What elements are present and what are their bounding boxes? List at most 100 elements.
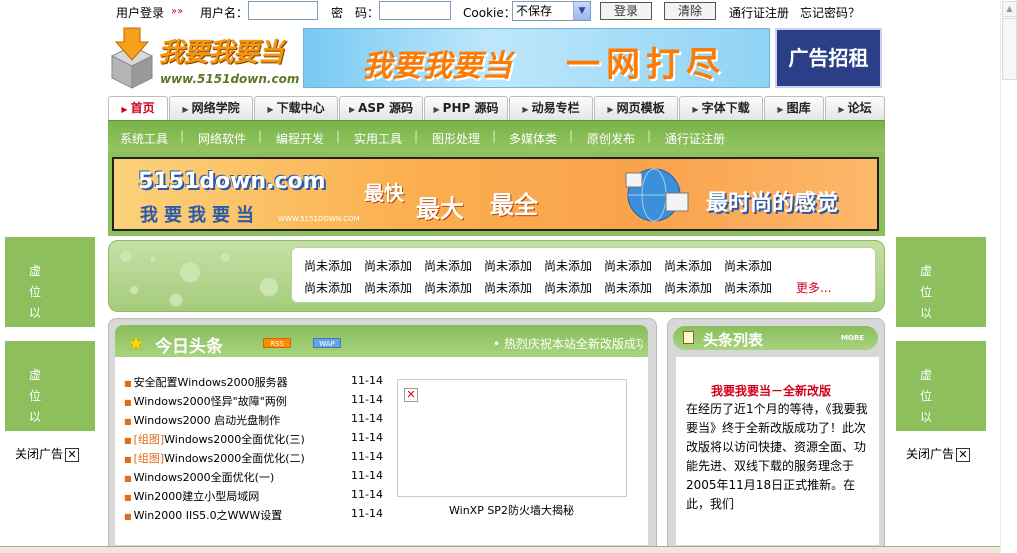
tab-download-center[interactable]: ▶ 下载中心: [254, 96, 338, 120]
news-title: Win2000 IIS5.0之WWW设置: [133, 509, 283, 522]
close-ad-right[interactable]: 关闭广告 ✕: [906, 445, 971, 462]
login-title: 用户登录: [116, 6, 165, 20]
decor-bubble: [259, 277, 279, 297]
tab-templates[interactable]: ▶ 网页模板: [594, 96, 678, 120]
side-ad-left-1[interactable]: 虚位以待: [5, 237, 95, 341]
news-title: Windows2000怪异"故障"两例: [133, 395, 287, 408]
subnav-item[interactable]: 图形处理: [432, 130, 480, 147]
close-ad-left[interactable]: 关闭广告 ✕: [15, 445, 80, 462]
headline-list-header: 头条列表 MORE: [673, 326, 878, 350]
tab-net-college[interactable]: ▶ 网络学院: [169, 96, 253, 120]
clear-button[interactable]: 清除: [664, 2, 716, 20]
headline-list-body: 我要我要当－全新改版 在经历了近1个月的等待，《我要我要当》终于全新改版成功了！…: [676, 357, 879, 545]
subnav-item[interactable]: 原创发布: [587, 130, 635, 147]
subnav-item[interactable]: 多媒体类: [509, 130, 557, 147]
headline-heading[interactable]: 我要我要当－全新改版: [711, 382, 831, 399]
banner-word-biggest: 最大: [416, 195, 464, 223]
vertical-scrollbar[interactable]: ▲: [1000, 0, 1017, 553]
triangle-icon: ▶: [777, 105, 784, 114]
side-ad-text: 虚位以待: [920, 368, 943, 445]
tab-label: 下载中心: [276, 101, 325, 115]
forgot-password-link[interactable]: 忘记密码？: [800, 4, 860, 21]
news-item[interactable]: ■ Win2000建立小型局域网: [124, 488, 259, 504]
subnav-item[interactable]: 通行证注册: [665, 130, 725, 147]
link-item[interactable]: 尚未添加: [544, 257, 592, 274]
scroll-up-icon[interactable]: ▲: [1002, 1, 1017, 17]
links-more[interactable]: 更多...: [796, 279, 831, 296]
link-item[interactable]: 尚未添加: [604, 257, 652, 274]
link-item[interactable]: 尚未添加: [724, 279, 772, 296]
link-item[interactable]: 尚未添加: [304, 257, 352, 274]
banner-word-complete: 最全: [490, 191, 538, 219]
side-ad-left-2[interactable]: 虚位以待: [5, 341, 95, 445]
site-logo[interactable]: 我要我要当 www.5151down.com: [108, 24, 300, 92]
news-date: 11-14: [351, 431, 383, 444]
link-item[interactable]: 尚未添加: [304, 279, 352, 296]
link-item[interactable]: 尚未添加: [604, 279, 652, 296]
side-ad-right-1[interactable]: 虚位以待: [896, 237, 986, 341]
triangle-icon: ▶: [838, 105, 845, 114]
link-item[interactable]: 尚未添加: [544, 279, 592, 296]
news-item[interactable]: ■ Windows2000 启动光盘制作: [124, 412, 280, 428]
header-banner[interactable]: 我要我要当 一网打尽: [303, 28, 770, 88]
link-item[interactable]: 尚未添加: [664, 257, 712, 274]
scroll-thumb[interactable]: [1002, 18, 1017, 80]
rss-badge[interactable]: RSS: [263, 338, 291, 348]
login-button[interactable]: 登录: [600, 2, 652, 20]
link-item[interactable]: 尚未添加: [484, 279, 532, 296]
link-item[interactable]: 尚未添加: [424, 279, 472, 296]
tab-dongyi[interactable]: ▶ 动易专栏: [509, 96, 593, 120]
link-item[interactable]: 尚未添加: [424, 257, 472, 274]
logo-url: www.5151down.com: [160, 72, 300, 86]
news-ticker[interactable]: • 热烈庆祝本站全新改版成功: [493, 335, 643, 352]
tab-fonts[interactable]: ▶ 字体下载: [679, 96, 763, 120]
link-item[interactable]: 尚未添加: [484, 257, 532, 274]
wap-badge[interactable]: WAP: [313, 338, 341, 348]
tab-label: 网络学院: [191, 101, 240, 115]
subnav-item[interactable]: 系统工具: [120, 130, 168, 147]
news-item[interactable]: ■ Windows2000怪异"故障"两例: [124, 393, 287, 409]
banner-site-subtitle: 我要我要当: [140, 205, 260, 226]
news-item[interactable]: ■ 安全配置Windows2000服务器: [124, 374, 288, 390]
link-item[interactable]: 尚未添加: [724, 257, 772, 274]
link-item[interactable]: 尚未添加: [664, 279, 712, 296]
news-item[interactable]: ■ Win2000 IIS5.0之WWW设置: [124, 507, 282, 523]
link-item[interactable]: 尚未添加: [364, 279, 412, 296]
close-icon[interactable]: ✕: [65, 447, 80, 462]
featured-image[interactable]: ✕: [397, 379, 627, 497]
username-label: 用户名：: [200, 6, 249, 20]
tab-php-source[interactable]: ▶ PHP 源码: [424, 96, 508, 120]
main-nav: ▶ 首页 ▶ 网络学院 ▶ 下载中心 ▶ ASP 源码 ▶ PHP 源码 ▶ 动易专栏 ▶ 网…: [108, 96, 885, 120]
news-item[interactable]: ■ [组图]Windows2000全面优化(三): [124, 431, 305, 447]
close-icon[interactable]: ✕: [956, 447, 971, 462]
tab-label: PHP 源码: [442, 101, 499, 115]
document-icon: [683, 331, 694, 344]
triangle-icon: ▶: [433, 105, 440, 114]
cookie-select-value: 不保存: [516, 4, 553, 18]
username-input[interactable]: [248, 1, 318, 20]
close-ad-label: 关闭广告: [15, 447, 64, 461]
subnav-item[interactable]: 编程开发: [276, 130, 324, 147]
news-item[interactable]: ■ Windows2000全面优化(一): [124, 469, 274, 485]
main-banner[interactable]: 5151down.com 我要我要当 WWW.5151DOWN.COM 最快 最…: [112, 157, 879, 231]
link-item[interactable]: 尚未添加: [364, 257, 412, 274]
news-date: 11-14: [351, 469, 383, 482]
subnav-item[interactable]: 网络软件: [198, 130, 246, 147]
featured-image-caption[interactable]: WinXP SP2防火墙大揭秘: [449, 502, 574, 518]
decor-bubble: [149, 255, 157, 263]
cookie-select[interactable]: 不保存 ▼: [512, 1, 591, 21]
headline-more-link[interactable]: MORE: [841, 334, 864, 342]
decor-bubble: [119, 249, 133, 263]
password-input[interactable]: [379, 1, 451, 20]
tab-asp-source[interactable]: ▶ ASP 源码: [339, 96, 423, 120]
tab-gallery[interactable]: ▶ 图库: [764, 96, 824, 120]
tab-label: 字体下载: [701, 101, 750, 115]
tab-home[interactable]: ▶ 首页: [108, 96, 168, 120]
tab-forum[interactable]: ▶ 论坛: [825, 96, 885, 120]
side-ad-right-2[interactable]: 虚位以待: [896, 341, 986, 445]
register-link[interactable]: 通行证注册: [729, 4, 789, 21]
triangle-icon: ▶: [182, 105, 189, 114]
subnav-item[interactable]: 实用工具: [354, 130, 402, 147]
news-item[interactable]: ■ [组图]Windows2000全面优化(二): [124, 450, 305, 466]
ad-rent-banner[interactable]: 广告招租: [775, 28, 882, 88]
